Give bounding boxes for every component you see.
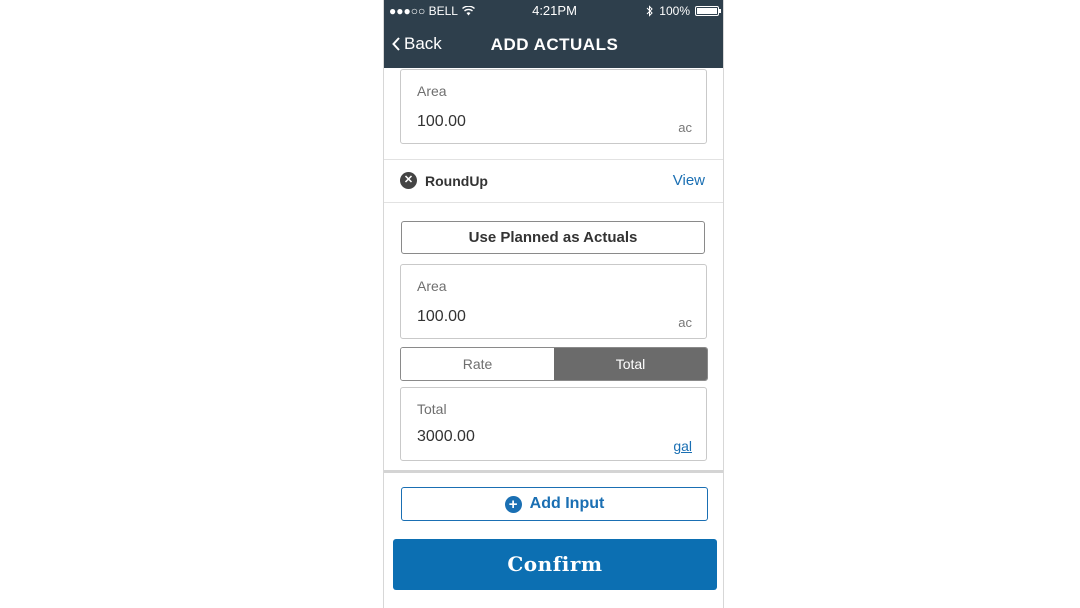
area-unit: ac [678,120,692,135]
app-header: ●●●○○ BELL 4:21PM 100% Back ADD ACTUALS [384,0,723,68]
view-link[interactable]: View [673,172,705,189]
product-row: ✕ RoundUp View [384,160,723,202]
total-value: 3000.00 [417,428,475,445]
rate-total-toggle: Rate Total [400,347,708,381]
bluetooth-icon [646,5,654,17]
confirm-button[interactable]: Confirm [393,539,717,590]
use-planned-button[interactable]: Use Planned as Actuals [401,221,705,254]
plus-circle-icon: + [504,495,522,513]
segment-rate[interactable]: Rate [401,348,554,380]
segment-total[interactable]: Total [554,348,707,380]
nav-bar: Back ADD ACTUALS [384,30,723,60]
add-input-label: Add Input [529,495,605,512]
area-label: Area [417,83,447,99]
area-unit: ac [678,315,692,330]
divider [384,202,723,203]
battery-percent: 100% [659,4,690,18]
battery-icon [695,6,721,16]
status-bar: ●●●○○ BELL 4:21PM 100% [384,0,723,22]
remove-product-icon[interactable]: ✕ [400,172,417,189]
status-right: 100% [646,4,721,18]
total-field[interactable]: Total 3000.00 gal [400,387,707,461]
add-input-button[interactable]: + Add Input [401,487,708,521]
area-field[interactable]: Area 100.00 ac [400,264,707,339]
phone-screen: ●●●○○ BELL 4:21PM 100% Back ADD ACTUALS … [383,0,724,608]
area-value: 100.00 [417,113,466,130]
total-unit-link[interactable]: gal [673,438,692,454]
section-divider [384,470,723,473]
area-label: Area [417,278,447,294]
area-field-top[interactable]: Area 100.00 ac [400,69,707,144]
area-value: 100.00 [417,308,466,325]
product-name: RoundUp [425,173,488,189]
page-title: ADD ACTUALS [490,35,619,54]
total-label: Total [417,401,447,417]
